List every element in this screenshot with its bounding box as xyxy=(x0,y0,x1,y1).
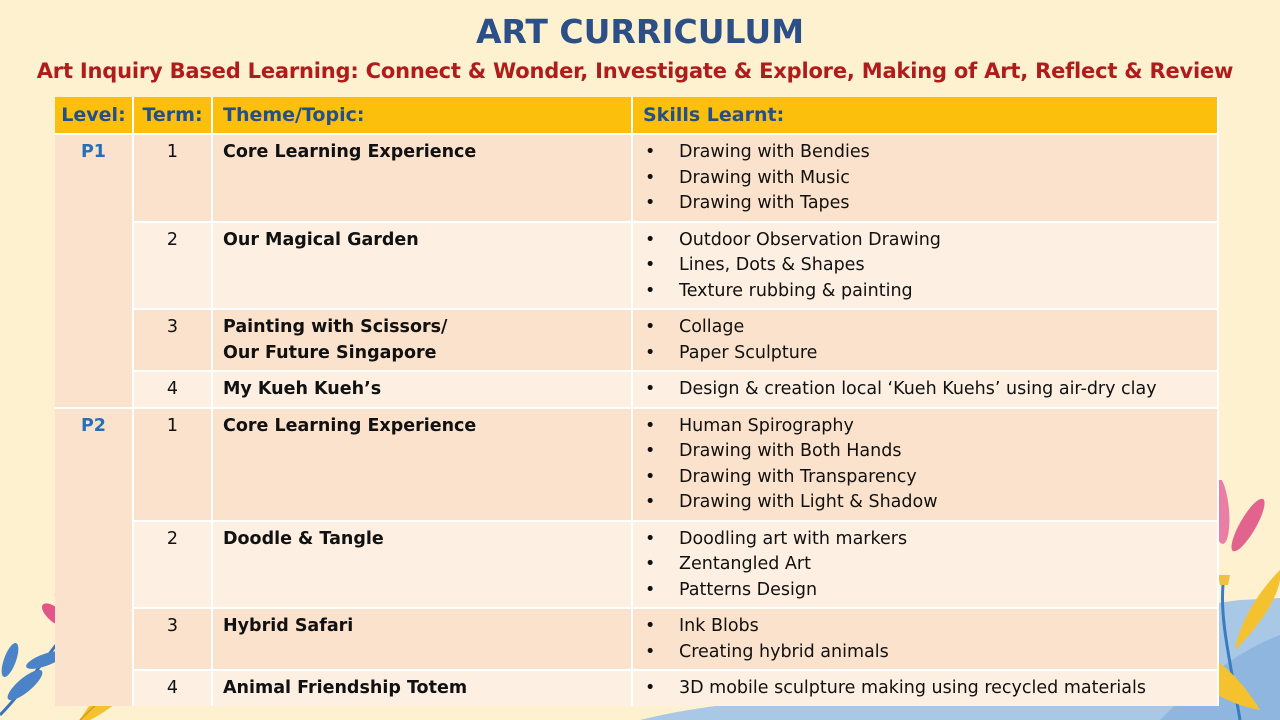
theme-cell: Doodle & Tangle xyxy=(212,519,633,608)
level-cell-p1: P1 xyxy=(55,133,134,408)
theme-cell: Painting with Scissors/ Our Future Singa… xyxy=(212,308,633,371)
skill-item: Human Spirography xyxy=(643,414,1207,440)
skills-cell: Outdoor Observation Drawing Lines, Dots … xyxy=(632,220,1219,309)
theme-cell: Our Magical Garden xyxy=(212,220,633,309)
theme-text: Core Learning Experience xyxy=(223,142,477,162)
table-row: P1 1 Core Learning Experience Drawing wi… xyxy=(55,133,1219,408)
theme-text: Doodle & Tangle xyxy=(223,528,384,549)
skills-cell: Drawing with Bendies Drawing with Music … xyxy=(632,133,1219,222)
theme-cell: Hybrid Safari xyxy=(212,607,633,670)
skill-item: Texture rubbing & painting xyxy=(643,279,1207,305)
skill-item: 3D mobile sculpture making using recycle… xyxy=(643,676,1207,702)
theme-text: Our Future Singapore xyxy=(223,342,437,363)
header-skills: Skills Learnt: xyxy=(632,97,1219,134)
skill-item: Collage xyxy=(643,315,1207,341)
term-cell: 1 xyxy=(133,133,213,222)
skills-cell: 3D mobile sculpture making using recycle… xyxy=(632,669,1219,706)
term-cell: 4 xyxy=(133,370,213,408)
skill-item: Doodling art with markers xyxy=(643,527,1207,553)
table-row: 2 Our Magical Garden Outdoor Observation… xyxy=(55,220,1219,309)
theme-text: Hybrid Safari xyxy=(223,616,354,636)
skill-item: Paper Sculpture xyxy=(643,341,1207,367)
table-row: P2 1 Core Learning Experience Human Spir… xyxy=(55,406,1219,706)
term-cell: 2 xyxy=(133,519,213,608)
header-level: Level: xyxy=(55,97,134,134)
page-title: ART CURRICULUM xyxy=(475,12,805,51)
theme-cell: Core Learning Experience xyxy=(212,133,633,222)
theme-text: Our Magical Garden xyxy=(223,229,419,250)
theme-cell: Core Learning Experience xyxy=(212,406,633,521)
page-subtitle: Art Inquiry Based Learning: Connect & Wo… xyxy=(36,59,1234,83)
skill-item: Drawing with Both Hands xyxy=(643,439,1207,465)
header-theme: Theme/Topic: xyxy=(212,97,633,134)
skill-item: Creating hybrid animals xyxy=(643,640,1207,666)
table-header-row: Level: Term: Theme/Topic: Skills Learnt: xyxy=(55,97,1219,134)
curriculum-table: Level: Term: Theme/Topic: Skills Learnt:… xyxy=(55,97,1219,706)
skill-item: Patterns Design xyxy=(643,578,1207,604)
skill-item: Lines, Dots & Shapes xyxy=(643,253,1207,279)
theme-text: Animal Friendship Totem xyxy=(223,678,468,698)
term-cell: 3 xyxy=(133,308,213,371)
skill-item: Drawing with Tapes xyxy=(643,191,1207,217)
skills-cell: Collage Paper Sculpture xyxy=(632,308,1219,371)
skill-item: Outdoor Observation Drawing xyxy=(643,228,1207,254)
table-row: 3 Hybrid Safari Ink Blobs Creating hybri… xyxy=(55,607,1219,670)
skills-cell: Ink Blobs Creating hybrid animals xyxy=(632,607,1219,670)
skill-item: Drawing with Light & Shadow xyxy=(643,490,1207,516)
theme-text: Core Learning Experience xyxy=(223,415,477,436)
theme-cell: Animal Friendship Totem xyxy=(212,669,633,706)
term-cell: 1 xyxy=(133,406,213,521)
skill-item: Ink Blobs xyxy=(643,614,1207,640)
term-cell: 3 xyxy=(133,607,213,670)
skills-cell: Design & creation local ‘Kueh Kuehs’ usi… xyxy=(632,370,1219,408)
table-row: 2 Doodle & Tangle Doodling art with mark… xyxy=(55,519,1219,608)
theme-text: Painting with Scissors/ xyxy=(223,317,448,337)
term-cell: 2 xyxy=(133,220,213,309)
term-cell: 4 xyxy=(133,669,213,706)
skills-cell: Doodling art with markers Zentangled Art… xyxy=(632,519,1219,608)
skill-item: Drawing with Music xyxy=(643,166,1207,192)
header-term: Term: xyxy=(133,97,213,134)
skill-item: Design & creation local ‘Kueh Kuehs’ usi… xyxy=(643,377,1207,403)
theme-cell: My Kueh Kueh’s xyxy=(212,370,633,408)
table-row: 4 Animal Friendship Totem 3D mobile scul… xyxy=(55,669,1219,706)
skill-item: Zentangled Art xyxy=(643,552,1207,578)
skill-item: Drawing with Bendies xyxy=(643,140,1207,166)
table-row: 4 My Kueh Kueh’s Design & creation local… xyxy=(55,370,1219,408)
skills-cell: Human Spirography Drawing with Both Hand… xyxy=(632,406,1219,521)
theme-text: My Kueh Kueh’s xyxy=(223,379,382,399)
table-row: 3 Painting with Scissors/ Our Future Sin… xyxy=(55,308,1219,371)
skill-item: Drawing with Transparency xyxy=(643,465,1207,491)
level-cell-p2: P2 xyxy=(55,406,134,706)
